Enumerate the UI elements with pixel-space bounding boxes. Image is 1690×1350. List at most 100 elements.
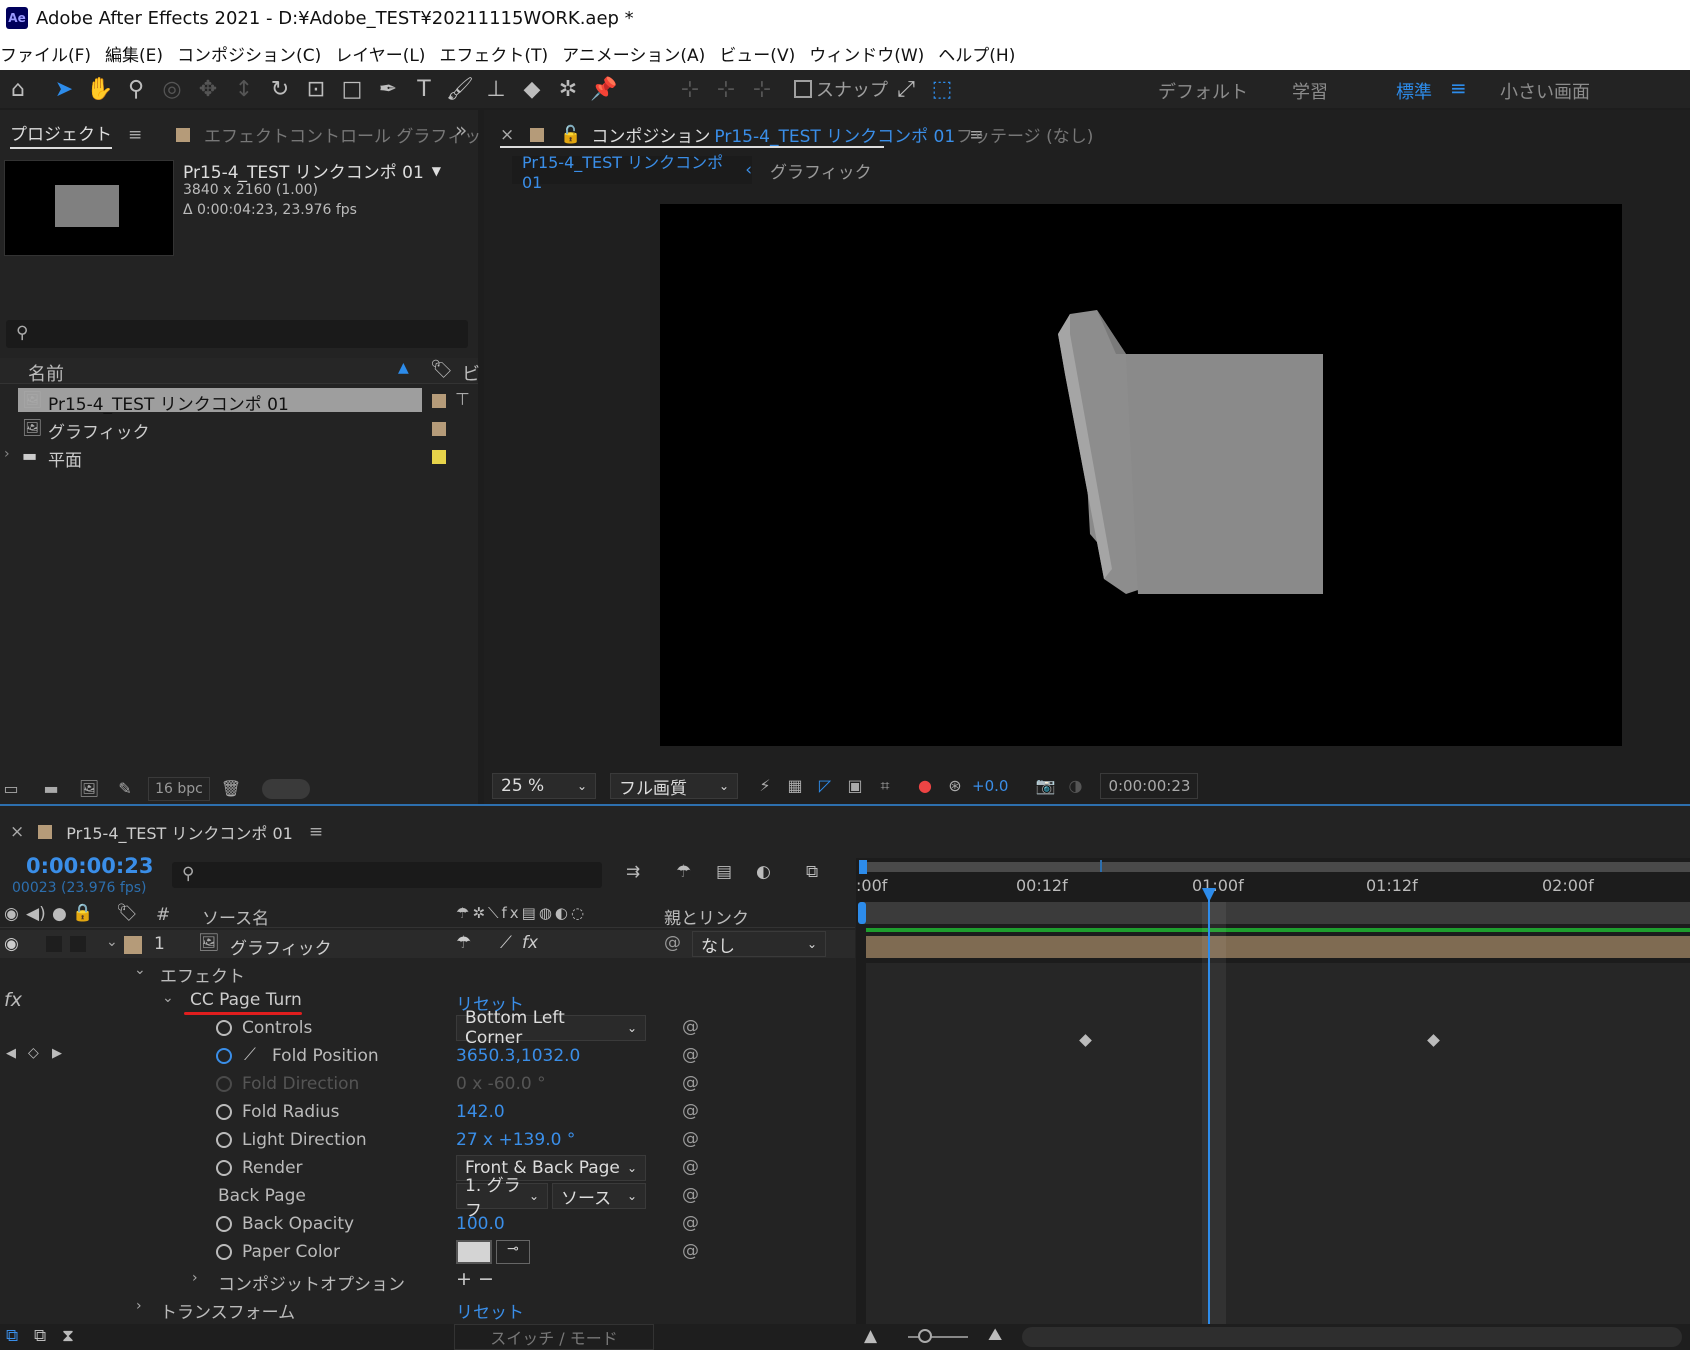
eyedropper-icon[interactable]: ⊸ xyxy=(496,1240,530,1264)
chevron-down-icon[interactable]: ⌄ xyxy=(106,934,118,950)
menu-edit[interactable]: 編集(E) xyxy=(105,41,163,66)
property-value[interactable]: 100.0 xyxy=(456,1214,505,1234)
footage-tab[interactable]: フッテージ (なし) xyxy=(956,122,1093,147)
workspace-default[interactable]: デフォルト xyxy=(1158,78,1248,104)
rotation-tool-icon[interactable]: ↻ xyxy=(262,73,298,105)
work-area-start-handle[interactable] xyxy=(859,860,867,874)
current-time-display[interactable]: 0:00:00:23 xyxy=(1100,773,1199,799)
snap-edges-icon[interactable]: ⤢ xyxy=(888,73,924,105)
flowchart-icon[interactable]: ⊤ xyxy=(455,390,470,410)
property-value[interactable]: 27 x +139.0 ° xyxy=(456,1130,575,1150)
stopwatch-icon[interactable] xyxy=(216,1076,232,1092)
add-mask-icon[interactable]: + xyxy=(456,1268,472,1290)
project-search-input[interactable]: ⚲ xyxy=(6,320,468,348)
expression-pick-whip-icon[interactable]: @ xyxy=(682,1185,699,1205)
workspace-menu-icon[interactable]: ≡ xyxy=(1450,76,1467,100)
stopwatch-icon[interactable] xyxy=(216,1020,232,1036)
project-item-row[interactable] xyxy=(18,444,458,470)
fx-icon[interactable]: fx xyxy=(4,989,22,1011)
clone-stamp-icon[interactable]: ⊥ xyxy=(478,73,514,105)
pan-camera-icon[interactable]: ✥ xyxy=(190,73,226,105)
zoom-in-icon[interactable]: ⛰ xyxy=(988,1325,1002,1345)
eye-icon[interactable]: ◉ xyxy=(4,904,19,924)
add-keyframe-icon[interactable]: ◇ xyxy=(28,1045,39,1061)
stopwatch-active-icon[interactable] xyxy=(216,1048,232,1064)
chevron-down-icon[interactable]: ⌄ xyxy=(134,962,146,978)
snap-checkbox[interactable] xyxy=(794,80,812,98)
project-flowchart-icon[interactable]: ✎ xyxy=(114,779,136,799)
axis-mode-view-icon[interactable]: ⊹ xyxy=(744,73,780,105)
home-icon[interactable]: ⌂ xyxy=(0,73,36,105)
layer-row[interactable]: ◉ ⌄ 1 🖼 グラフィック ☂ ⟋ fx @ なし ⌄ xyxy=(0,930,855,959)
label-color-swatch[interactable] xyxy=(432,394,446,408)
rectangle-tool-icon[interactable]: □ xyxy=(334,73,370,105)
property-row-light-direction[interactable]: Light Direction 27 x +139.0 ° @ xyxy=(0,1126,855,1154)
motion-blur-icon[interactable]: ◐ xyxy=(756,862,771,882)
prev-keyframe-icon[interactable]: ◀ xyxy=(6,1046,16,1061)
new-folder-icon[interactable]: ▬ xyxy=(40,779,62,799)
back-page-layer-dropdown[interactable]: 1. グラフ ⌄ xyxy=(456,1176,548,1221)
eraser-tool-icon[interactable]: ◆ xyxy=(514,73,550,105)
transform-row[interactable]: › トランスフォーム リセット xyxy=(0,1294,855,1323)
menu-window[interactable]: ウィンドウ(W) xyxy=(809,41,924,66)
property-row-fold-position[interactable]: ◀ ◇ ▶ ⟋ Fold Position 3650.3,1032.0 @ xyxy=(0,1042,855,1070)
column-name[interactable]: 名前 xyxy=(28,360,64,386)
composition-mini-flowchart-icon[interactable]: ⇉ xyxy=(626,862,640,882)
thumbnail-zoom-slider[interactable] xyxy=(262,779,310,799)
composite-options-row[interactable]: › コンポジットオプション + − xyxy=(0,1266,855,1295)
quality-switch-icon[interactable]: ⟋ xyxy=(500,933,512,953)
zoom-tool-icon[interactable]: ⚲ xyxy=(118,73,154,105)
chevron-down-icon[interactable]: ⌄ xyxy=(162,990,174,1006)
property-row-paper-color[interactable]: Paper Color ⊸ @ xyxy=(0,1238,855,1266)
expression-pick-whip-icon[interactable]: @ xyxy=(682,1157,699,1177)
effects-switch-icon[interactable]: fx xyxy=(522,933,538,953)
composition-viewer[interactable] xyxy=(660,204,1622,746)
stopwatch-icon[interactable] xyxy=(216,1216,232,1232)
paper-color-swatch[interactable] xyxy=(456,1240,492,1264)
workspace-learn[interactable]: 学習 xyxy=(1292,78,1328,104)
expression-pick-whip-icon[interactable]: @ xyxy=(682,1045,699,1065)
pen-tool-icon[interactable]: ✒ xyxy=(370,73,406,105)
snapshot-camera-icon[interactable]: 📷 xyxy=(1034,776,1056,796)
time-zoom-slider-handle[interactable] xyxy=(918,1329,932,1343)
chevron-down-icon[interactable]: ▼ xyxy=(432,164,441,178)
layer-name[interactable]: グラフィック xyxy=(230,934,332,959)
time-zoom-slider[interactable] xyxy=(908,1336,968,1338)
shy-layers-icon[interactable]: ☂ xyxy=(676,862,691,882)
expression-pick-whip-icon[interactable]: @ xyxy=(682,1073,699,1093)
region-of-interest-icon[interactable]: ▣ xyxy=(844,776,866,796)
solo-icon[interactable]: ● xyxy=(52,904,67,924)
label-column-icon[interactable]: 🏷 xyxy=(116,903,138,923)
lock-switch[interactable] xyxy=(70,936,86,952)
effect-row[interactable]: fx ⌄ CC Page Turn リセット xyxy=(0,986,855,1015)
mask-visibility-icon[interactable]: ◸ xyxy=(814,776,836,796)
property-value[interactable]: 142.0 xyxy=(456,1102,505,1122)
modes-pane-icon[interactable]: ⧉ xyxy=(34,1326,46,1346)
back-page-source-dropdown[interactable]: ソース ⌄ xyxy=(552,1183,646,1209)
transparency-grid-icon[interactable]: ▦ xyxy=(784,776,806,796)
expression-pick-whip-icon[interactable]: @ xyxy=(682,1101,699,1121)
layer-switches-icon[interactable]: ☂✲⟍fx▤◍◐◌ xyxy=(456,904,587,922)
solo-switch[interactable] xyxy=(46,936,62,952)
menu-file[interactable]: ファイル(F) xyxy=(0,41,91,66)
stopwatch-icon[interactable] xyxy=(216,1132,232,1148)
axis-mode-world-icon[interactable]: ⊹ xyxy=(708,73,744,105)
remove-mask-icon[interactable]: − xyxy=(478,1268,494,1290)
audio-icon[interactable]: ◀) xyxy=(26,904,46,924)
column-source-name[interactable]: ソース名 xyxy=(202,904,269,929)
shy-switch-icon[interactable]: ☂ xyxy=(456,933,471,953)
fast-previews-icon[interactable]: ⚡ xyxy=(754,776,776,796)
exposure-value[interactable]: +0.0 xyxy=(972,777,1008,795)
effect-controls-tab[interactable]: エフェクトコントロール グラフィッ xyxy=(176,122,481,147)
composition-tab[interactable]: × 🔓 コンポジション Pr15-4_TEST リンクコンポ 01 ≡ xyxy=(500,122,983,148)
panel-overflow-icon[interactable]: » xyxy=(455,118,467,142)
expression-pick-whip-icon[interactable]: @ xyxy=(682,1129,699,1149)
column-type[interactable]: ビ xyxy=(462,360,480,386)
snap-toggle[interactable]: スナップ xyxy=(794,76,888,102)
property-row-controls[interactable]: Controls Bottom Left Corner ⌄ @ xyxy=(0,1008,855,1048)
column-parent-link[interactable]: 親とリンク xyxy=(664,904,749,929)
close-icon[interactable]: × xyxy=(10,822,24,842)
toggle-switches-modes[interactable]: スイッチ / モード xyxy=(454,1324,654,1350)
dolly-camera-icon[interactable]: ↕ xyxy=(226,73,262,105)
timeline-tab[interactable]: × Pr15-4_TEST リンクコンポ 01 ≡ xyxy=(10,820,323,844)
